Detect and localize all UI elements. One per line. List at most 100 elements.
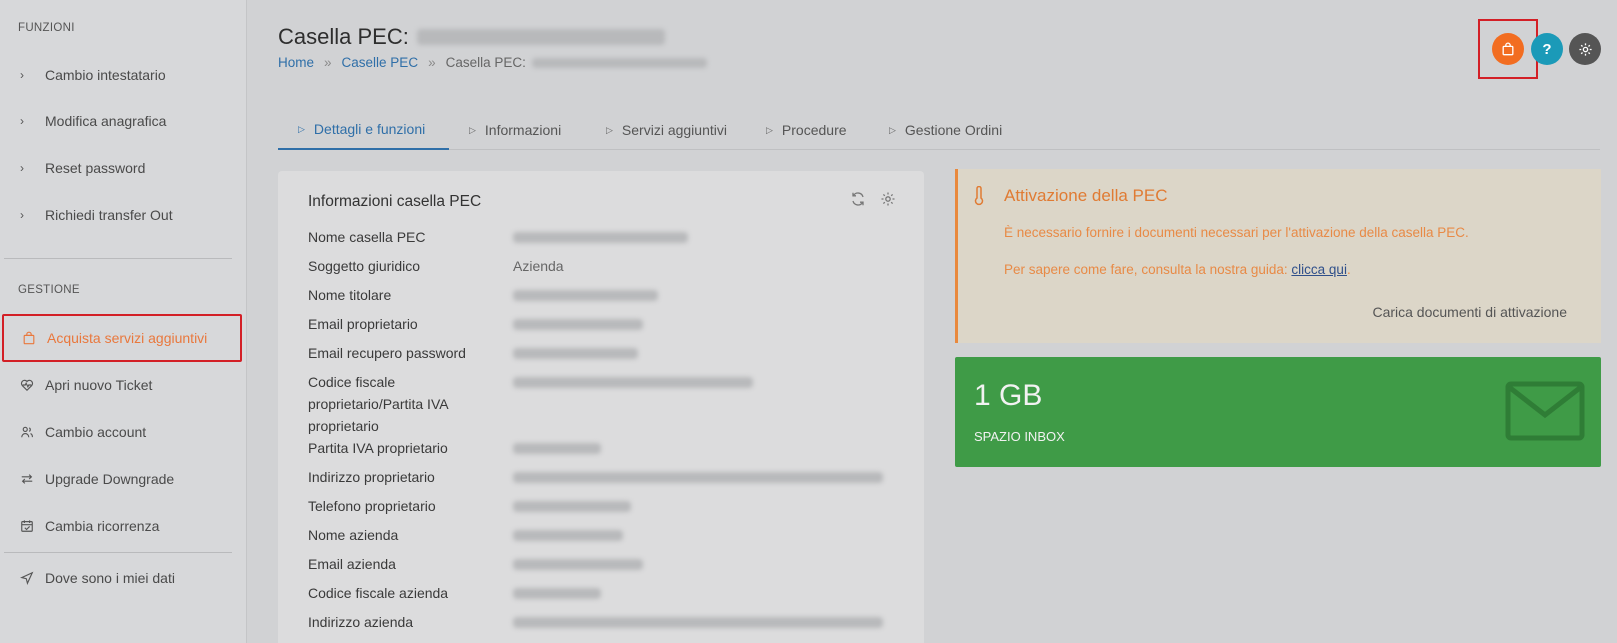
calendar-check-icon	[20, 519, 42, 533]
sidebar-item-apri-ticket[interactable]: Apri nuovo Ticket	[0, 365, 247, 405]
tab-procedure[interactable]: ▷ Procedure	[766, 110, 847, 150]
row-label: Email recupero password	[308, 345, 466, 361]
row-label: Codice fiscale azienda	[308, 585, 449, 601]
sidebar-item-label: Reset password	[45, 160, 146, 176]
breadcrumb-home[interactable]: Home	[278, 55, 314, 70]
tab-label: Dettagli e funzioni	[313, 121, 426, 137]
row-label: Nome titolare	[308, 287, 392, 303]
card-title: Informazioni casella PEC	[308, 193, 482, 210]
tab-servizi-aggiuntivi[interactable]: ▷ Servizi aggiuntivi	[606, 110, 727, 150]
breadcrumb-current: Casella PEC:	[445, 55, 526, 70]
row-value-redacted	[513, 501, 631, 512]
guide-link[interactable]: clicca qui	[1291, 262, 1347, 277]
sidebar-item-dove-sono-dati[interactable]: Dove sono i miei dati	[0, 558, 247, 598]
triangle-right-icon: ▷	[469, 124, 476, 135]
gear-icon	[1578, 42, 1593, 57]
envelope-icon	[1505, 381, 1585, 441]
sidebar-item-label: Cambio account	[45, 424, 147, 440]
sidebar-divider	[4, 258, 232, 259]
sidebar-item-label: Acquista servizi aggiuntivi	[47, 330, 208, 346]
row-value-redacted	[513, 530, 623, 541]
question-icon: ?	[1542, 40, 1552, 58]
section-title-gestione: GESTIONE	[18, 284, 80, 296]
row-value: Azienda	[513, 258, 564, 274]
sidebar-item-label: Richiedi transfer Out	[45, 207, 173, 223]
triangle-right-icon: ▷	[889, 124, 896, 135]
breadcrumb-separator: »	[428, 55, 436, 70]
sidebar-item-cambio-intestatario[interactable]: › Cambio intestatario	[0, 55, 247, 95]
shopping-bag-icon	[1501, 42, 1515, 56]
sidebar-item-richiedi-transfer-out[interactable]: › Richiedi transfer Out	[0, 195, 247, 235]
tab-gestione-ordini[interactable]: ▷ Gestione Ordini	[889, 110, 1002, 150]
sidebar-divider	[4, 552, 232, 553]
row-value-redacted	[513, 348, 638, 359]
tab-label: Gestione Ordini	[904, 122, 1003, 138]
gear-icon[interactable]	[880, 191, 896, 207]
thermometer-icon	[973, 186, 985, 206]
row-label: Nome azienda	[308, 527, 399, 543]
settings-button[interactable]	[1569, 33, 1601, 65]
triangle-right-icon: ▷	[766, 124, 773, 135]
triangle-right-icon: ▷	[298, 123, 305, 134]
heartbeat-icon	[20, 378, 42, 392]
row-label: Indirizzo proprietario	[308, 469, 435, 485]
sidebar-item-cambia-ricorrenza[interactable]: Cambia ricorrenza	[0, 506, 247, 546]
sidebar-item-cambio-account[interactable]: Cambio account	[0, 412, 247, 452]
section-title-funzioni: FUNZIONI	[18, 22, 75, 34]
breadcrumb-separator: »	[324, 55, 332, 70]
refresh-icon[interactable]	[850, 191, 866, 207]
upload-documents-link[interactable]: Carica documenti di attivazione	[1372, 304, 1567, 320]
sidebar-item-upgrade-downgrade[interactable]: Upgrade Downgrade	[0, 459, 247, 499]
row-label: Telefono proprietario	[308, 498, 436, 514]
shopping-bag-icon	[22, 331, 44, 345]
row-label: Email proprietario	[308, 316, 418, 332]
triangle-right-icon: ▷	[606, 124, 613, 135]
redacted-email	[416, 29, 665, 45]
row-label: Partita IVA proprietario	[308, 440, 448, 456]
tab-dettagli-funzioni[interactable]: ▷ Dettagli e funzioni	[278, 110, 449, 150]
sidebar-item-label: Cambio intestatario	[45, 67, 166, 83]
tab-informazioni[interactable]: ▷ Informazioni	[469, 110, 561, 150]
row-value-redacted	[513, 319, 643, 330]
arrows-exchange-icon	[20, 472, 42, 486]
sidebar: FUNZIONI › Cambio intestatario › Modific…	[0, 0, 247, 643]
alert-text-guide: Per sapere come fare, consulta la nostra…	[1004, 262, 1351, 277]
redacted-email	[531, 57, 707, 68]
sidebar-item-label: Dove sono i miei dati	[45, 570, 175, 586]
row-value-redacted	[513, 290, 658, 301]
row-value-redacted	[513, 443, 601, 454]
storage-label: SPAZIO INBOX	[974, 429, 1065, 444]
activation-alert: Attivazione della PEC È necessario forni…	[955, 169, 1601, 343]
row-value-redacted	[513, 588, 601, 599]
breadcrumb-caselle-pec[interactable]: Caselle PEC	[342, 55, 419, 70]
row-value-redacted	[513, 559, 643, 570]
chevron-right-icon: ›	[20, 161, 24, 175]
chevron-right-icon: ›	[20, 208, 24, 222]
sidebar-item-acquista-servizi[interactable]: Acquista servizi aggiuntivi	[2, 314, 242, 362]
sidebar-item-modifica-anagrafica[interactable]: › Modifica anagrafica	[0, 101, 247, 141]
row-label: Soggetto giuridico	[308, 258, 421, 274]
storage-card: 1 GB SPAZIO INBOX	[955, 357, 1601, 467]
sidebar-item-label: Apri nuovo Ticket	[45, 377, 153, 393]
tab-label: Informazioni	[484, 122, 562, 138]
row-value-redacted	[513, 617, 883, 628]
cart-button[interactable]	[1492, 33, 1524, 65]
tab-bar: ▷ Dettagli e funzioni ▷ Informazioni ▷ S…	[278, 110, 1600, 150]
sidebar-item-reset-password[interactable]: › Reset password	[0, 148, 247, 188]
help-button[interactable]: ?	[1531, 33, 1563, 65]
row-label: Email azienda	[308, 556, 396, 572]
sidebar-item-label: Cambia ricorrenza	[45, 518, 160, 534]
tab-label: Procedure	[781, 122, 847, 138]
tab-label: Servizi aggiuntivi	[621, 122, 727, 138]
alert-text: È necessario fornire i documenti necessa…	[1004, 225, 1469, 240]
page-title: Casella PEC:	[278, 24, 665, 50]
info-card: Informazioni casella PEC Nome casella PE…	[278, 171, 924, 643]
row-value-redacted	[513, 232, 688, 243]
users-icon	[20, 425, 42, 439]
alert-title: Attivazione della PEC	[1004, 186, 1168, 205]
location-arrow-icon	[20, 571, 42, 585]
alert-guide-prefix: Per sapere come fare, consulta la nostra…	[1004, 262, 1292, 277]
row-label: Indirizzo azienda	[308, 614, 414, 630]
breadcrumb: Home » Caselle PEC » Casella PEC:	[278, 55, 707, 70]
row-label: Codice fiscale proprietario/Partita IVA …	[308, 374, 448, 434]
